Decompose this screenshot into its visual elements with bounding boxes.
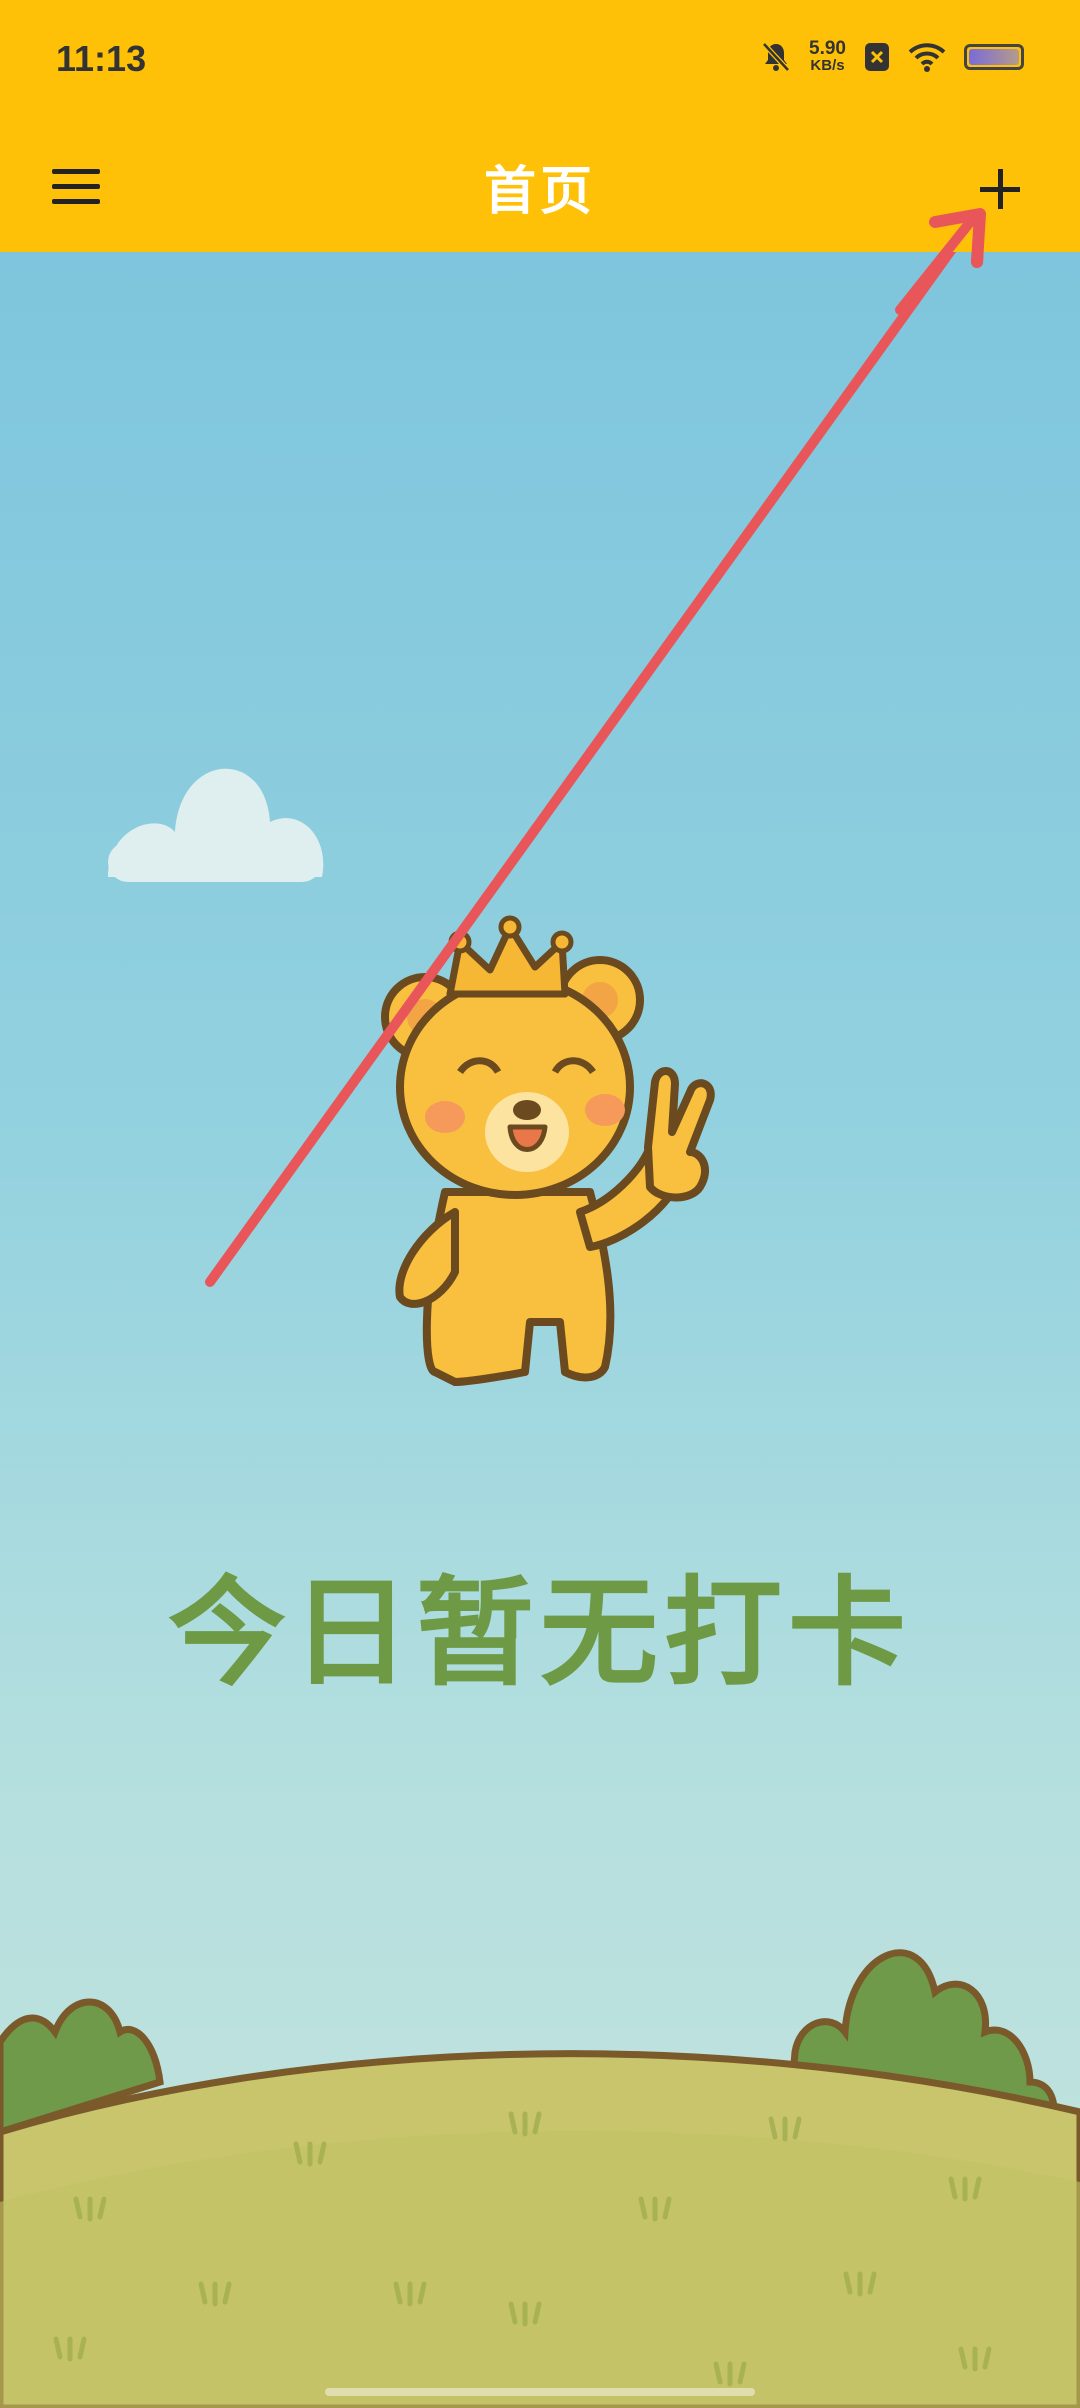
status-icons: 5.90 KB/s <box>761 38 1024 74</box>
empty-state-scene: 今日暂无打卡 <box>0 252 1080 2408</box>
add-button[interactable] <box>960 149 1040 229</box>
status-bar: 11:13 5.90 KB/s <box>0 0 1080 125</box>
bell-muted-icon <box>762 42 790 72</box>
wifi-icon <box>908 43 946 72</box>
home-indicator[interactable] <box>325 2388 755 2396</box>
grass-hill-illustration <box>0 2050 1080 2408</box>
network-speed-value: 5.90 <box>809 38 846 59</box>
page-title: 首页 <box>483 162 596 222</box>
network-speed: 5.90 KB/s <box>809 38 846 74</box>
scene-illustration <box>0 252 1080 2408</box>
empty-state-message: 今日暂无打卡 <box>167 1564 912 1702</box>
cloud-illustration <box>108 768 324 882</box>
sim-disabled-icon <box>865 43 889 71</box>
status-time: 11:13 <box>56 38 147 79</box>
app-bar: 首页 <box>0 125 1080 252</box>
battery-icon <box>964 44 1024 70</box>
bear-illustration <box>381 915 715 1386</box>
network-speed-unit: KB/s <box>810 57 845 74</box>
